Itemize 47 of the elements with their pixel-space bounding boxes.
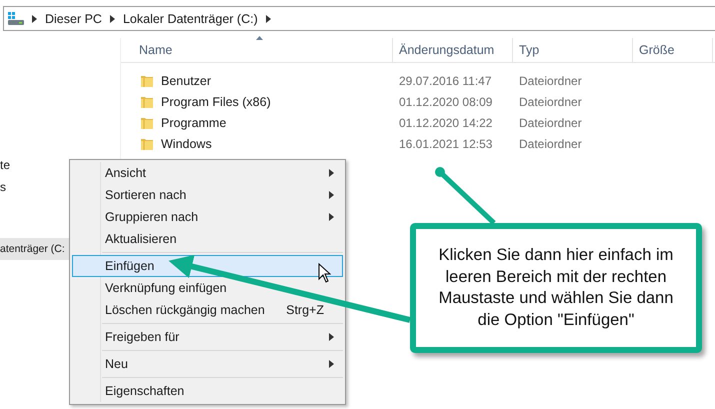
cursor-icon	[318, 263, 331, 283]
folder-icon	[140, 74, 154, 88]
nav-item[interactable]: s	[0, 176, 10, 198]
submenu-arrow-icon	[329, 360, 334, 368]
type-cell-text: Dateiordner	[518, 136, 583, 150]
submenu-arrow-icon	[329, 169, 334, 177]
type-cell-text: Dateiordner	[518, 94, 583, 108]
breadcrumb[interactable]: Dieser PC	[45, 12, 102, 26]
column-header[interactable]: Name	[121, 38, 393, 62]
menu-item[interactable]: Eigenschaften	[72, 380, 343, 402]
date-cell-text: 16.01.2021 12:53	[398, 136, 494, 150]
submenu-arrow-icon	[329, 333, 334, 341]
folder-icon	[140, 94, 154, 108]
date-cell-text: 01.12.2020 08:09	[398, 94, 494, 108]
menu-item[interactable]: Löschen rückgängig machen Strg+Z	[72, 299, 343, 321]
menu-item[interactable]: Neu	[72, 353, 343, 375]
menu-item[interactable]: Gruppieren nach	[72, 206, 343, 228]
nav-item[interactable]: te	[0, 154, 14, 176]
column-header[interactable]: Typ	[513, 38, 633, 62]
chevron-icon	[266, 14, 271, 22]
nav-item[interactable]: atenträger (C:	[0, 238, 69, 260]
file-name[interactable]: Windows	[121, 136, 393, 150]
submenu-arrow-icon	[329, 191, 334, 199]
breadcrumb[interactable]: Lokaler Datenträger (C:)	[122, 12, 258, 26]
folder-icon	[140, 116, 154, 130]
column-header[interactable]: Größe	[633, 38, 713, 62]
file-name[interactable]: Programme	[121, 116, 393, 130]
menu-item[interactable]: Ansicht	[72, 162, 343, 184]
menu-item[interactable]: Aktualisieren	[72, 228, 343, 250]
type-cell-text: Dateiordner	[518, 116, 583, 130]
sort-arrow-icon	[256, 36, 262, 40]
address-bar[interactable]: Dieser PC Lokaler Datenträger (C:)	[3, 6, 715, 31]
chevron-icon	[110, 14, 115, 22]
date-cell-text: 01.12.2020 14:22	[398, 116, 494, 130]
menu-item[interactable]: Sortieren nach	[72, 184, 343, 206]
column-header[interactable]: Änderungsdatum	[393, 38, 513, 62]
folder-icon	[140, 136, 154, 150]
file-name[interactable]: Program Files (x86)	[121, 94, 393, 108]
callout-text: Klicken Sie dann hier einfach im leeren Bereich mit der rechten Maustaste und wählen Sie dann die Option "Einfügen"	[438, 245, 674, 330]
submenu-arrow-icon	[329, 213, 334, 221]
type-cell-text: Dateiordner	[518, 74, 583, 88]
drive-icon	[8, 12, 24, 26]
date-cell-text: 29.07.2016 11:47	[398, 74, 493, 88]
chevron-icon	[32, 14, 37, 22]
menu-item[interactable]: Verknüpfung einfügen	[72, 277, 343, 299]
file-name[interactable]: Benutzer	[121, 74, 393, 88]
menu-item[interactable]: Freigeben für	[72, 326, 343, 348]
